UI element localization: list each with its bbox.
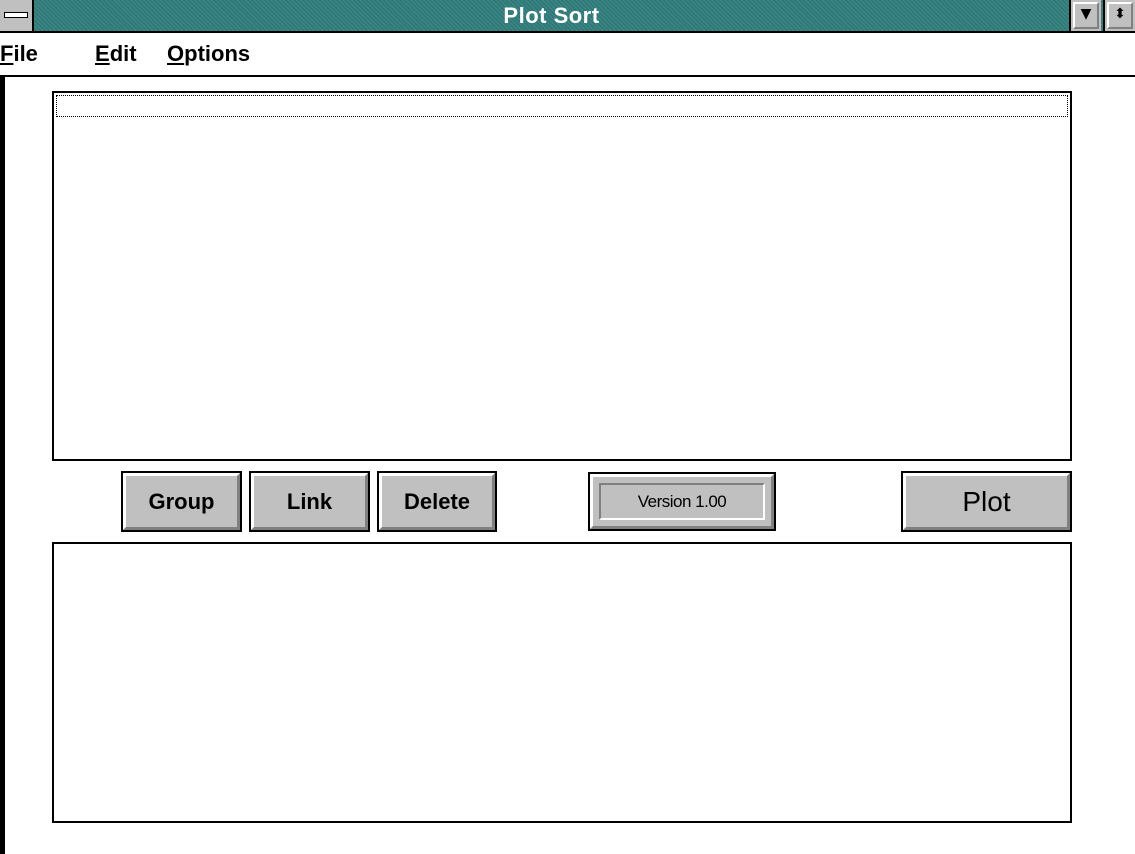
delete-button[interactable]: Delete xyxy=(377,471,497,532)
window-title: Plot Sort xyxy=(503,3,600,28)
menu-file[interactable]: File xyxy=(0,39,38,69)
window-left-border xyxy=(0,77,5,854)
menu-options[interactable]: Options xyxy=(167,39,250,69)
group-button-label: Group xyxy=(148,488,215,514)
group-button[interactable]: Group xyxy=(121,471,242,532)
minimize-arrow-icon: ▼ xyxy=(1080,6,1092,22)
output-list-box[interactable] xyxy=(52,542,1072,823)
menu-bar: File Edit Options xyxy=(0,33,1135,77)
delete-button-label: Delete xyxy=(403,488,471,514)
plot-button-label: Plot xyxy=(962,485,1011,517)
version-text: Version 1.00 xyxy=(599,483,765,520)
link-button-label: Link xyxy=(286,488,333,514)
list-focus-row[interactable] xyxy=(56,95,1068,117)
link-button[interactable]: Link xyxy=(249,471,370,532)
title-bar[interactable]: Plot Sort ▼ ⬍ xyxy=(0,0,1135,33)
system-menu-button[interactable] xyxy=(0,0,34,31)
plot-sort-window: Plot Sort ▼ ⬍ File Edit Options Group Li… xyxy=(0,0,1135,854)
version-label: Version 1.00 xyxy=(588,472,776,531)
plot-button[interactable]: Plot xyxy=(901,471,1072,532)
restore-arrows-icon: ⬍ xyxy=(1114,6,1126,22)
restore-button[interactable]: ⬍ xyxy=(1103,0,1135,31)
minimize-button[interactable]: ▼ xyxy=(1069,0,1101,31)
system-menu-icon xyxy=(4,12,28,18)
plot-list-box[interactable] xyxy=(52,91,1072,461)
menu-edit[interactable]: Edit xyxy=(95,39,137,69)
